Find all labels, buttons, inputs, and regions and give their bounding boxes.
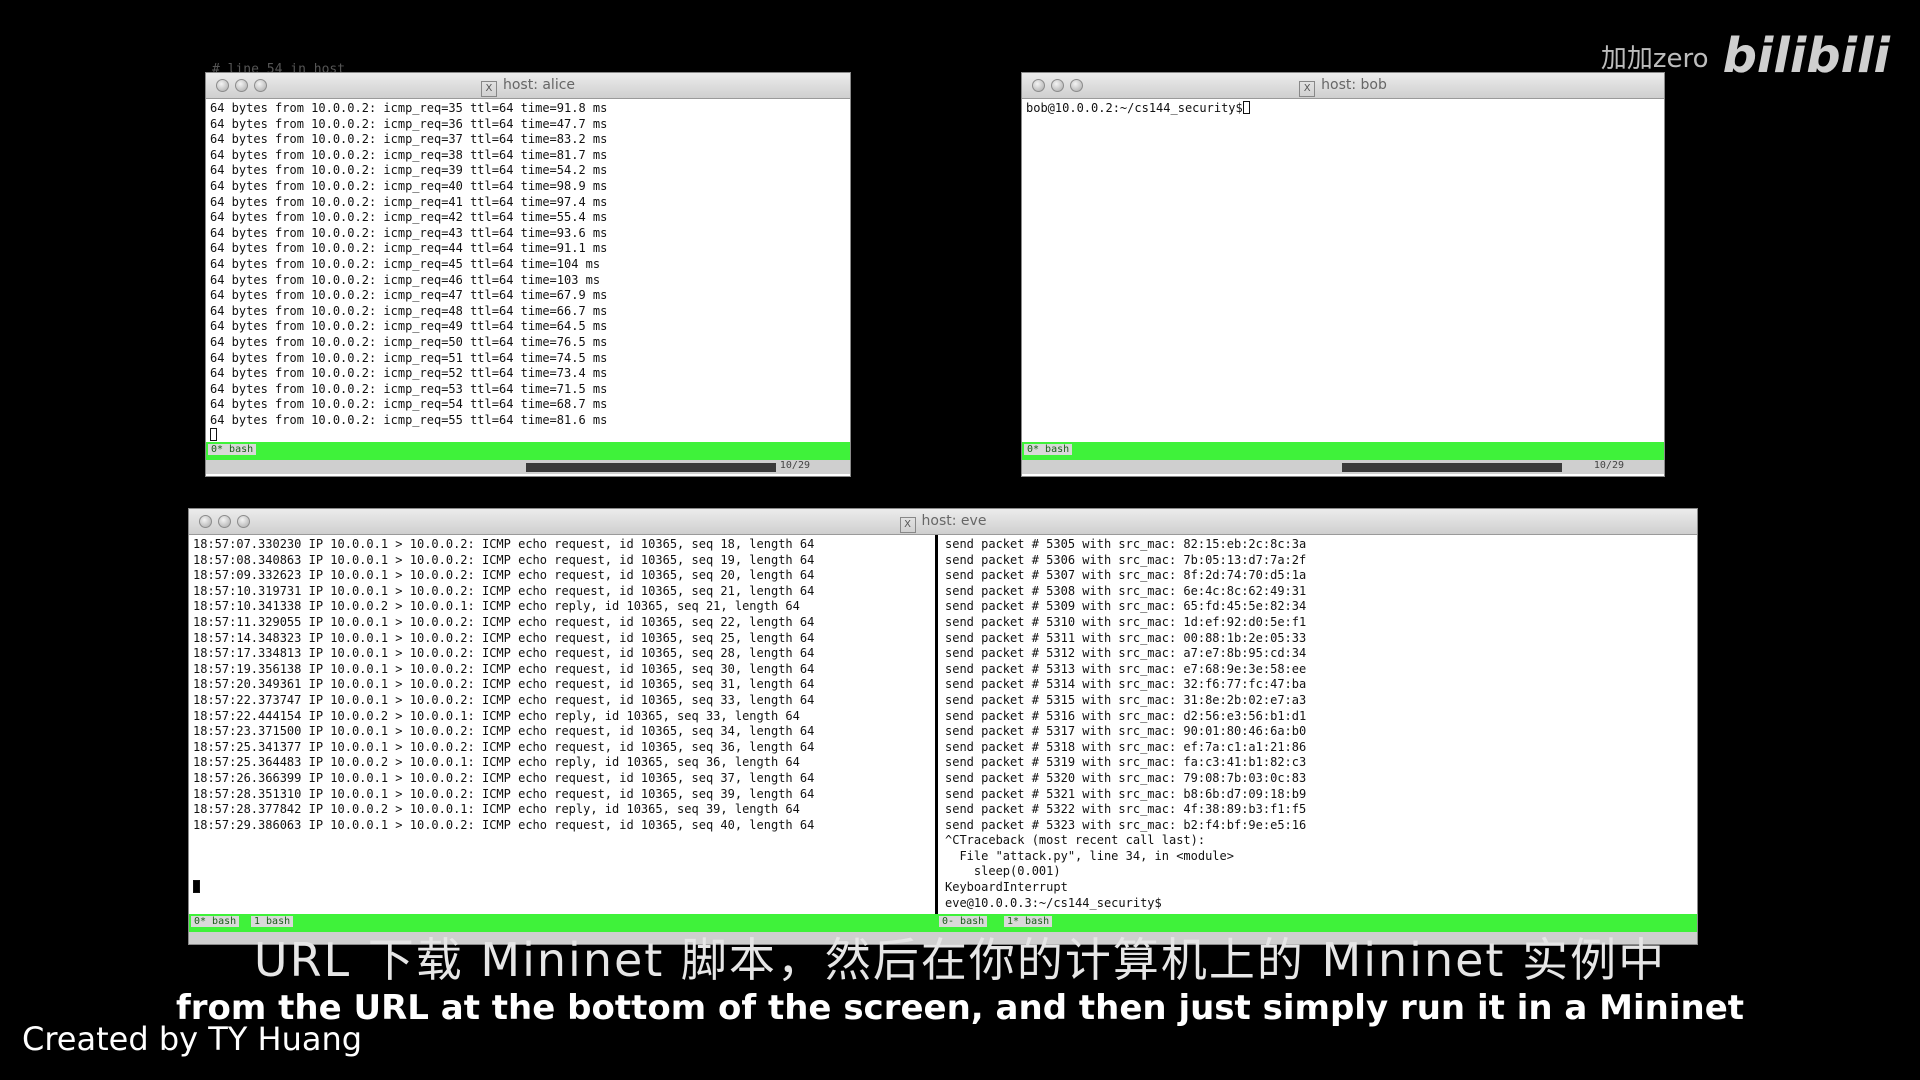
terminal-line: send packet # 5317 with src_mac: 90:01:8… [945, 724, 1307, 739]
terminal-line: 64 bytes from 10.0.0.2: icmp_req=52 ttl=… [210, 366, 608, 381]
terminal-line: 18:57:19.356138 IP 10.0.0.1 > 10.0.0.2: … [193, 661, 815, 676]
terminal-line: 18:57:08.340863 IP 10.0.0.1 > 10.0.0.2: … [193, 552, 815, 567]
tmux-status-bar: 0* bash [1022, 442, 1664, 460]
bottom-bar: 10/29 [206, 460, 850, 474]
bilibili-logo: bilibili [1722, 28, 1890, 84]
cursor [210, 428, 217, 442]
terminal-line: send packet # 5323 with src_mac: b2:f4:b… [945, 817, 1307, 832]
terminal-line: 64 bytes from 10.0.0.2: icmp_req=40 ttl=… [210, 178, 608, 193]
window-title: host: eve [921, 513, 987, 529]
titlebar[interactable]: Xhost: alice [206, 73, 850, 99]
watermark: 加加zero bilibili [1601, 28, 1890, 84]
terminal-line: 64 bytes from 10.0.0.2: icmp_req=47 ttl=… [210, 288, 608, 303]
terminal-line: 64 bytes from 10.0.0.2: icmp_req=51 ttl=… [210, 350, 608, 365]
terminal-line: 18:57:07.330230 IP 10.0.0.1 > 10.0.0.2: … [193, 537, 815, 551]
terminal-line: send packet # 5316 with src_mac: d2:56:e… [945, 708, 1307, 723]
terminal-line: 64 bytes from 10.0.0.2: icmp_req=38 ttl=… [210, 147, 608, 162]
terminal-line: 64 bytes from 10.0.0.2: icmp_req=39 ttl=… [210, 163, 608, 178]
terminal-line: send packet # 5305 with src_mac: 82:15:e… [945, 537, 1307, 551]
terminal-line: send packet # 5309 with src_mac: 65:fd:4… [945, 599, 1307, 614]
terminal-line: 64 bytes from 10.0.0.2: icmp_req=37 ttl=… [210, 132, 608, 147]
terminal-line: 64 bytes from 10.0.0.2: icmp_req=50 ttl=… [210, 334, 608, 349]
watermark-user: 加加zero [1600, 43, 1709, 74]
status-right-text: 10/29 [779, 460, 810, 471]
terminal-line: 18:57:22.373747 IP 10.0.0.1 > 10.0.0.2: … [193, 692, 815, 707]
terminal-line: eve@10.0.0.3:~/cs144_security$ [945, 895, 1162, 910]
terminal-line: 64 bytes from 10.0.0.2: icmp_req=35 ttl=… [210, 101, 608, 115]
status-window-label: 0* bash [1024, 444, 1073, 455]
terminal-line: 18:57:11.329055 IP 10.0.0.1 > 10.0.0.2: … [193, 614, 815, 629]
pane-divider[interactable] [935, 535, 938, 920]
terminal-line: 18:57:26.366399 IP 10.0.0.1 > 10.0.0.2: … [193, 770, 815, 785]
terminal-line: send packet # 5314 with src_mac: 32:f6:7… [945, 677, 1307, 692]
terminal-line: send packet # 5312 with src_mac: a7:e7:8… [945, 646, 1307, 661]
x11-icon: X [1299, 81, 1316, 97]
status-window-label: 0* bash [208, 444, 257, 455]
terminal-line: 64 bytes from 10.0.0.2: icmp_req=45 ttl=… [210, 256, 601, 271]
terminal-line: send packet # 5320 with src_mac: 79:08:7… [945, 770, 1307, 785]
terminal-line: 64 bytes from 10.0.0.2: icmp_req=36 ttl=… [210, 116, 608, 131]
terminal-line: 64 bytes from 10.0.0.2: icmp_req=41 ttl=… [210, 194, 608, 209]
terminal-line: 64 bytes from 10.0.0.2: icmp_req=54 ttl=… [210, 397, 608, 412]
terminal-line: 18:57:29.386063 IP 10.0.0.1 > 10.0.0.2: … [193, 817, 815, 832]
terminal-line: send packet # 5310 with src_mac: 1d:ef:9… [945, 614, 1307, 629]
terminal-line: 18:57:22.444154 IP 10.0.0.2 > 10.0.0.1: … [193, 708, 800, 723]
terminal-line: 18:57:28.351310 IP 10.0.0.1 > 10.0.0.2: … [193, 786, 815, 801]
terminal-window-bob[interactable]: Xhost: bob bob@10.0.0.2:~/cs144_security… [1021, 72, 1665, 477]
cursor [193, 880, 200, 894]
status-right-text: 10/29 [1593, 460, 1624, 471]
terminal-line: File "attack.py", line 34, in <module> [945, 848, 1234, 863]
terminal-line: 18:57:23.371500 IP 10.0.0.1 > 10.0.0.2: … [193, 724, 815, 739]
titlebar[interactable]: Xhost: bob [1022, 73, 1664, 99]
terminal-line: 18:57:25.364483 IP 10.0.0.2 > 10.0.0.1: … [193, 755, 800, 770]
terminal-line: 18:57:09.332623 IP 10.0.0.1 > 10.0.0.2: … [193, 568, 815, 583]
bottom-bar: 10/29 [1022, 460, 1664, 474]
terminal-line: 64 bytes from 10.0.0.2: icmp_req=46 ttl=… [210, 272, 601, 287]
terminal-line: 64 bytes from 10.0.0.2: icmp_req=48 ttl=… [210, 303, 608, 318]
x11-icon: X [899, 517, 916, 533]
terminal-line: 64 bytes from 10.0.0.2: icmp_req=55 ttl=… [210, 412, 608, 427]
shell-prompt: bob@10.0.0.2:~/cs144_security$ [1026, 101, 1243, 115]
terminal-line: send packet # 5319 with src_mac: fa:c3:4… [945, 755, 1307, 770]
terminal-output[interactable]: 64 bytes from 10.0.0.2: icmp_req=35 ttl=… [206, 99, 850, 446]
window-title: host: bob [1321, 77, 1387, 93]
terminal-line: 18:57:14.348323 IP 10.0.0.1 > 10.0.0.2: … [193, 630, 815, 645]
subtitle-chinese: URL 下载 Mininet 脚本，然后在你的计算机上的 Mininet 实例中 [253, 933, 1667, 987]
tmux-status-bar: 0* bash [206, 442, 850, 460]
terminal-line: 18:57:20.349361 IP 10.0.0.1 > 10.0.0.2: … [193, 677, 815, 692]
terminal-line: 18:57:28.377842 IP 10.0.0.2 > 10.0.0.1: … [193, 802, 800, 817]
terminal-line: send packet # 5322 with src_mac: 4f:38:8… [945, 802, 1307, 817]
terminal-window-eve[interactable]: Xhost: eve 18:57:07.330230 IP 10.0.0.1 >… [188, 508, 1698, 945]
terminal-line: sleep(0.001) [945, 864, 1061, 879]
terminal-line: 18:57:10.341338 IP 10.0.0.2 > 10.0.0.1: … [193, 599, 800, 614]
terminal-line: send packet # 5311 with src_mac: 00:88:1… [945, 630, 1307, 645]
tcpdump-pane[interactable]: 18:57:07.330230 IP 10.0.0.1 > 10.0.0.2: … [189, 535, 934, 920]
terminal-line: send packet # 5318 with src_mac: ef:7a:c… [945, 739, 1307, 754]
terminal-line: 64 bytes from 10.0.0.2: icmp_req=44 ttl=… [210, 241, 608, 256]
terminal-line: send packet # 5306 with src_mac: 7b:05:1… [945, 552, 1307, 567]
cursor [1242, 101, 1250, 114]
attack-pane[interactable]: send packet # 5305 with src_mac: 82:15:e… [941, 535, 1696, 920]
terminal-line: 18:57:25.341377 IP 10.0.0.1 > 10.0.0.2: … [193, 739, 815, 754]
credit-text: Created by TY Huang [22, 1020, 363, 1058]
terminal-line: 64 bytes from 10.0.0.2: icmp_req=49 ttl=… [210, 319, 608, 334]
x11-icon: X [480, 81, 497, 97]
terminal-output[interactable]: bob@10.0.0.2:~/cs144_security$ [1022, 99, 1664, 119]
terminal-line: send packet # 5321 with src_mac: b8:6b:d… [945, 786, 1307, 801]
terminal-line: 18:57:17.334813 IP 10.0.0.1 > 10.0.0.2: … [193, 646, 815, 661]
terminal-line: 64 bytes from 10.0.0.2: icmp_req=43 ttl=… [210, 225, 608, 240]
terminal-line: 64 bytes from 10.0.0.2: icmp_req=53 ttl=… [210, 381, 608, 396]
terminal-window-alice[interactable]: Xhost: alice 64 bytes from 10.0.0.2: icm… [205, 72, 851, 477]
titlebar[interactable]: Xhost: eve [189, 509, 1697, 535]
terminal-line: KeyboardInterrupt [945, 880, 1068, 895]
window-title: host: alice [502, 77, 576, 93]
terminal-line: send packet # 5307 with src_mac: 8f:2d:7… [945, 568, 1307, 583]
terminal-line: send packet # 5315 with src_mac: 31:8e:2… [945, 692, 1307, 707]
terminal-line: 64 bytes from 10.0.0.2: icmp_req=42 ttl=… [210, 210, 608, 225]
terminal-line: 18:57:10.319731 IP 10.0.0.1 > 10.0.0.2: … [193, 583, 815, 598]
terminal-line: ^CTraceback (most recent call last): [945, 833, 1206, 848]
terminal-line: send packet # 5313 with src_mac: e7:68:9… [945, 661, 1307, 676]
terminal-line: send packet # 5308 with src_mac: 6e:4c:8… [945, 583, 1307, 598]
